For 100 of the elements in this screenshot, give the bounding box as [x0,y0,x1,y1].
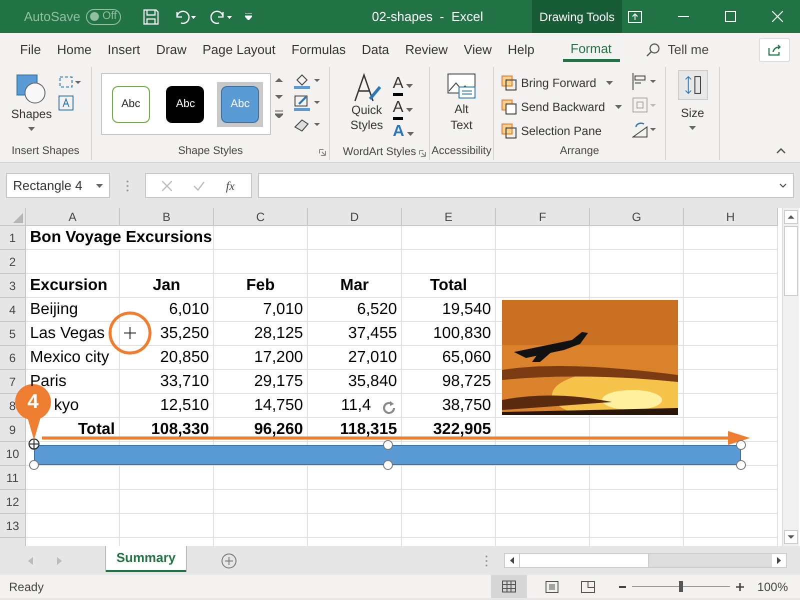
gallery-scroll-icon[interactable] [274,76,282,84]
size-icon [678,70,708,100]
text-box-icon[interactable] [58,95,74,111]
row-header[interactable]: 1 [0,226,26,250]
page-break-view-icon[interactable] [581,580,596,592]
cell-text: 19,540 [442,300,491,320]
rotate-handle-icon[interactable] [380,399,398,417]
formula-input[interactable] [258,173,794,198]
align-icon[interactable] [632,73,658,90]
add-sheet-icon[interactable] [221,552,237,568]
cell-text: Feb [246,276,275,296]
row-header[interactable]: 13 [0,514,26,538]
zoom-in-icon[interactable] [736,582,744,590]
cell-text: kyo [54,396,79,416]
arrange-button[interactable]: Selection Pane [500,121,622,140]
scroll-left-icon[interactable] [505,554,519,567]
row-header[interactable]: 11 [0,466,26,490]
group-label: Shape Styles [178,144,243,159]
cell-text: 118,315 [340,420,397,440]
ribbon-tab[interactable]: Home [48,38,100,62]
ribbon-tab[interactable]: Page Layout [194,38,284,62]
column-header[interactable]: G [590,208,684,226]
sheet-tab[interactable]: Summary [106,546,186,572]
dialog-launcher-icon[interactable] [419,150,426,156]
customize-icon[interactable] [244,13,252,20]
zoom-level[interactable]: 100% [757,578,788,596]
row-header[interactable]: 2 [0,250,26,274]
ribbon-tab[interactable]: Help [500,38,542,62]
gallery-scroll-icon[interactable] [274,93,282,101]
gallery-scroll-icon[interactable] [274,110,282,118]
normal-view-icon[interactable] [491,575,528,598]
row-header[interactable]: 10 [0,442,26,466]
search-field[interactable]: Tell me [668,40,728,60]
size-button[interactable]: Size [678,70,708,130]
page-layout-view-icon[interactable] [545,580,560,592]
group-label: Accessibility [432,144,492,159]
row-header[interactable]: 9 [0,418,26,442]
ribbon-tab[interactable]: File [12,38,49,62]
ribbon-tab[interactable]: Format [562,38,620,62]
ribbon-tab[interactable]: View [456,38,500,62]
horizontal-scroll-thumb[interactable] [519,554,649,567]
vertical-scrollbar[interactable] [782,208,799,546]
ribbon-tab[interactable]: Draw [148,38,194,62]
column-header[interactable]: F [496,208,590,226]
ribbon-tab[interactable]: Review [397,38,456,62]
shapes-button[interactable]: Shapes [11,73,52,131]
column-header[interactable]: H [684,208,778,226]
row-header[interactable]: 4 [0,298,26,322]
ribbon-tab[interactable]: Data [354,38,398,62]
name-box[interactable]: Rectangle 4 [6,173,110,198]
insert-function-button[interactable]: fx [226,176,235,194]
text-style-button[interactable]: A [392,123,414,144]
column-header[interactable]: B [120,208,214,226]
column-header[interactable]: E [402,208,496,226]
check-icon[interactable] [193,180,206,190]
text-style-button[interactable]: A [392,75,414,96]
resize-handle[interactable] [29,460,39,470]
share-button[interactable] [759,38,790,62]
row-header[interactable]: 6 [0,346,26,370]
fill-icon[interactable] [292,73,320,89]
outline-pen-icon[interactable] [292,95,320,111]
column-header[interactable]: C [214,208,308,226]
group-label: Arrange [560,144,600,159]
caret-icon [407,132,414,136]
save-icon[interactable] [142,8,159,24]
cell-text: Bon Voyage Excursions [30,228,212,248]
column-header[interactable]: D [308,208,402,226]
row-header[interactable]: 5 [0,322,26,346]
close-icon[interactable] [772,11,783,22]
cell-text: Total [430,276,468,296]
alt-text-button[interactable]: Alt Text [442,73,482,133]
dialog-launcher-icon[interactable] [319,149,326,156]
row-header[interactable]: 3 [0,274,26,298]
scroll-right-icon[interactable] [772,554,786,567]
row-header[interactable]: 12 [0,490,26,514]
search-icon[interactable] [646,43,660,57]
edit-shape-icon[interactable] [58,75,82,89]
scroll-thumb[interactable] [784,226,798,296]
zoom-slider-thumb[interactable] [679,581,684,592]
rotate-icon[interactable] [632,121,658,138]
text-style-button[interactable]: A [392,99,414,120]
redo-icon[interactable] [208,8,233,24]
ribbon-tab[interactable]: Insert [100,38,148,62]
horizontal-scrollbar[interactable] [504,553,787,568]
collapse-ribbon-icon[interactable] [776,148,786,154]
expand-icon[interactable] [779,183,787,188]
row-header[interactable]: 7 [0,370,26,394]
maximize-icon[interactable] [725,11,736,22]
cell-text: Beijing [30,300,78,320]
scroll-down-icon[interactable] [784,530,798,544]
ribbon-tab[interactable]: Formulas [284,38,354,62]
group-label: WordArt Styles [342,145,416,160]
wordart-icon [352,73,382,103]
arrange-button[interactable]: Bring Forward [500,73,622,92]
quick-styles-button[interactable]: Quick Styles [344,73,389,144]
eraser-icon[interactable] [292,117,320,133]
column-header[interactable]: A [26,208,120,226]
arrange-button[interactable]: Send Backward [500,97,622,116]
ribbon-display-icon[interactable] [628,10,642,22]
scroll-up-icon[interactable] [784,210,798,224]
